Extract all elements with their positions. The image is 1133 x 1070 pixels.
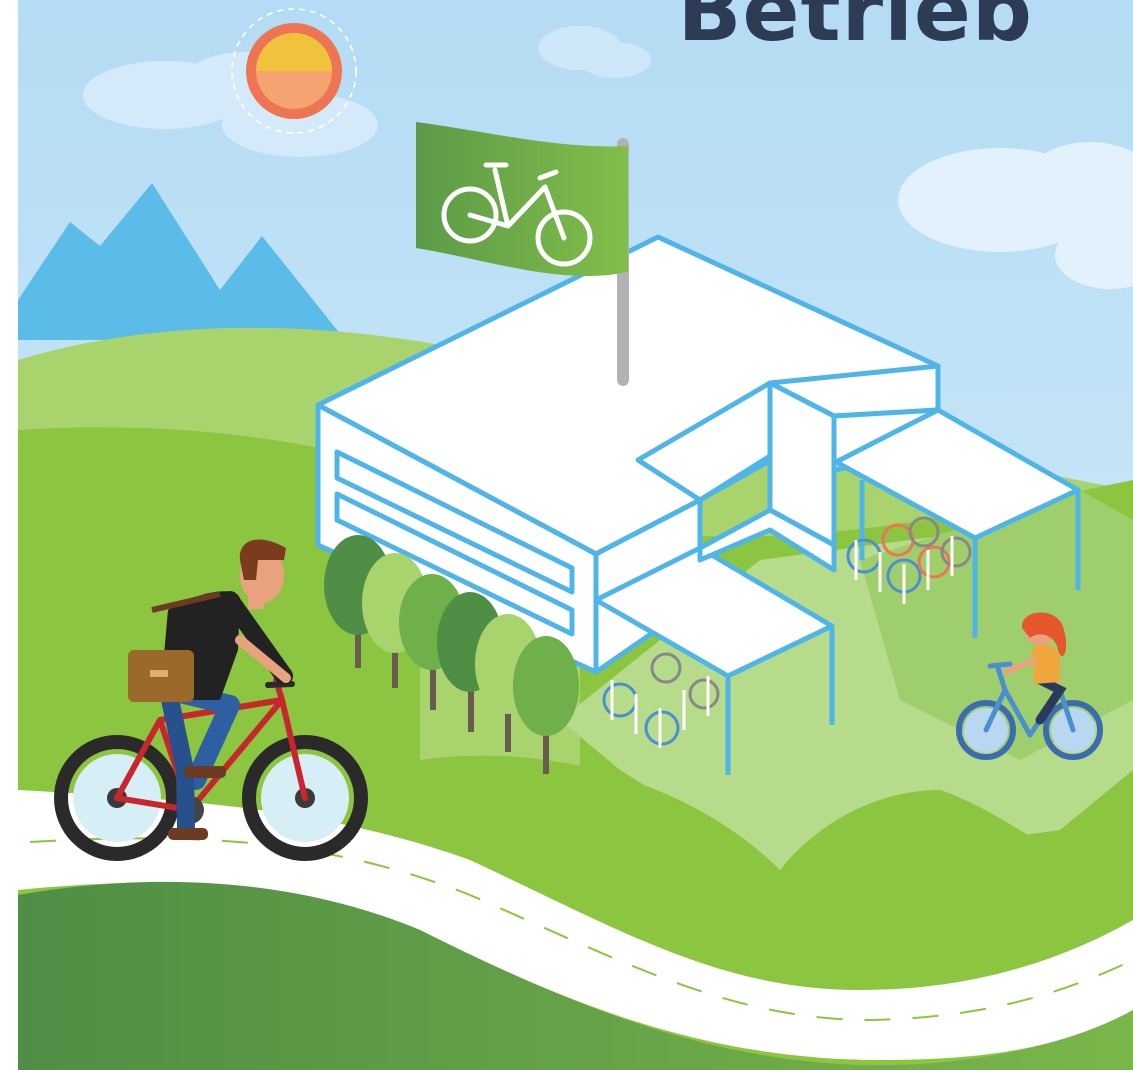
left-margin	[0, 0, 18, 1070]
illustration-scene: Betrieb	[0, 0, 1133, 1070]
page-title: Betrieb	[677, 0, 1033, 60]
scene-artwork	[0, 0, 1133, 1070]
